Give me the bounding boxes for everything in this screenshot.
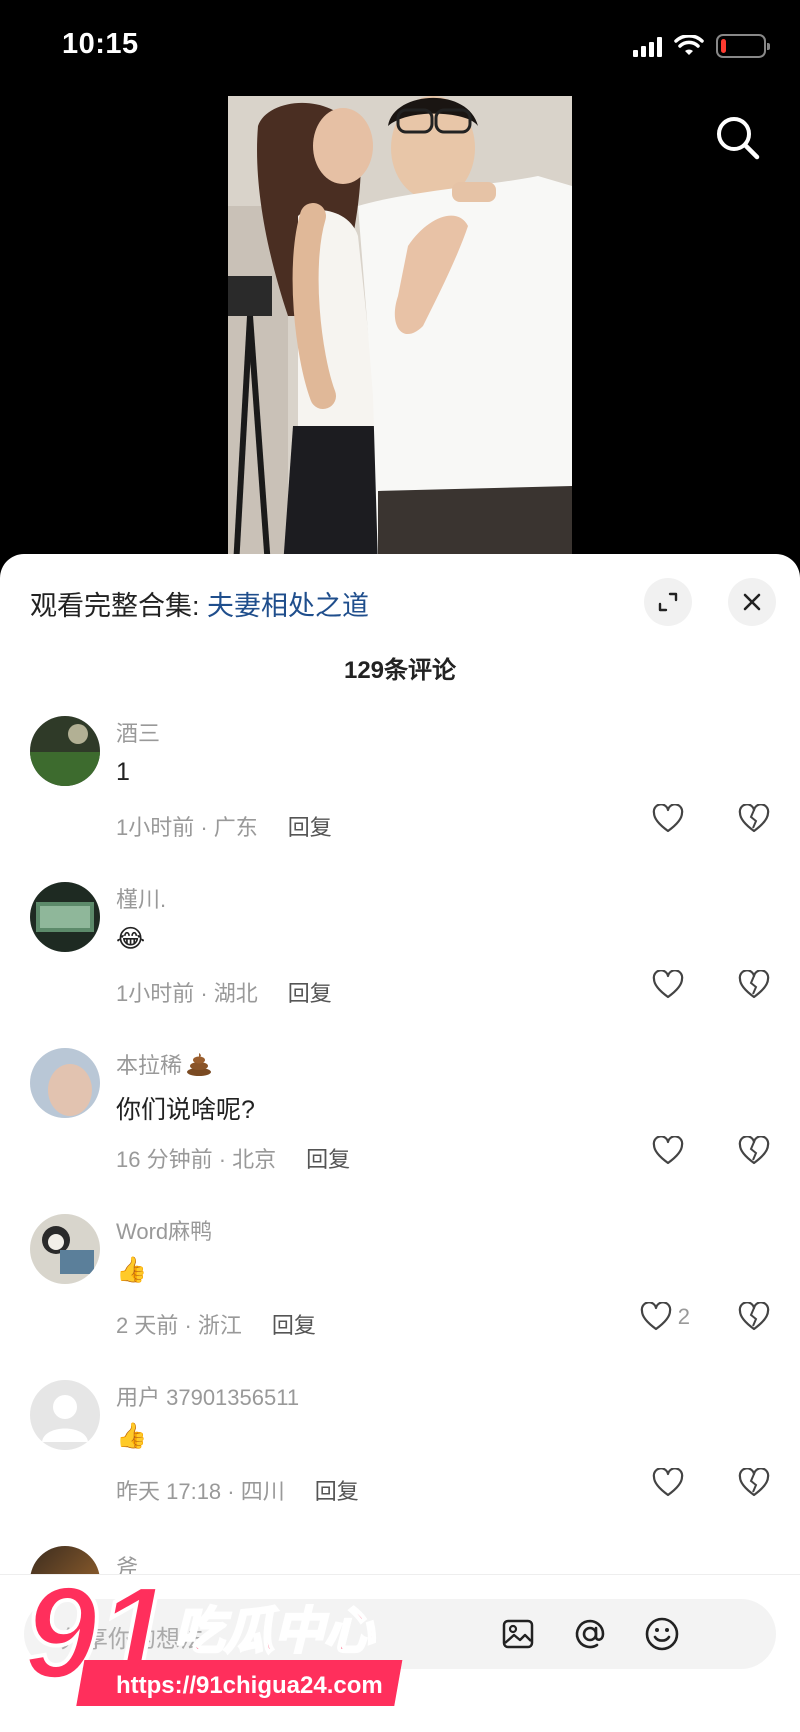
avatar[interactable] bbox=[30, 1048, 100, 1118]
status-time: 10:15 bbox=[62, 28, 139, 60]
reply-button[interactable]: 回复 bbox=[288, 981, 332, 1006]
emoji-icon bbox=[645, 1617, 679, 1651]
collection-link[interactable]: 夫妻相处之道 bbox=[207, 591, 369, 621]
reply-button[interactable]: 回复 bbox=[288, 815, 332, 840]
comment-time: 2 天前 · 浙江 bbox=[116, 1313, 242, 1338]
status-bar: 10:15 bbox=[0, 0, 800, 96]
search-icon bbox=[717, 117, 760, 160]
broken-heart-icon bbox=[738, 1301, 770, 1331]
reply-button[interactable]: 回复 bbox=[306, 1147, 350, 1172]
signal-icon bbox=[633, 35, 662, 57]
broken-heart-icon bbox=[738, 803, 770, 833]
broken-heart-icon bbox=[738, 969, 770, 999]
comment-meta: 2 天前 · 浙江 回复 bbox=[116, 1308, 316, 1340]
broken-heart-icon bbox=[738, 1135, 770, 1165]
image-icon bbox=[502, 1619, 534, 1649]
comment-username[interactable]: 槿川. bbox=[116, 882, 166, 914]
battery-level bbox=[721, 39, 726, 53]
avatar[interactable] bbox=[30, 882, 100, 952]
like-button[interactable] bbox=[652, 1468, 690, 1498]
heart-icon bbox=[640, 1302, 671, 1331]
reply-button[interactable]: 回复 bbox=[315, 1479, 359, 1504]
comment-meta: 昨天 17:18 · 四川 回复 bbox=[116, 1474, 359, 1506]
comment-username[interactable]: 本拉稀 bbox=[116, 1048, 212, 1080]
comment-meta: 1小时前 · 湖北 回复 bbox=[116, 976, 332, 1008]
reply-button[interactable]: 回复 bbox=[272, 1313, 316, 1338]
collection-banner[interactable]: 观看完整合集: 夫妻相处之道 bbox=[30, 584, 369, 623]
mention-button[interactable] bbox=[566, 1610, 614, 1658]
collection-prefix: 观看完整合集: bbox=[30, 591, 208, 621]
like-button[interactable] bbox=[652, 1136, 690, 1166]
wifi-icon bbox=[674, 35, 704, 55]
avatar[interactable] bbox=[30, 1214, 100, 1284]
comment-username[interactable]: 用户 37901356511 bbox=[116, 1380, 299, 1412]
comment-text: 👍 bbox=[116, 1256, 148, 1284]
comment-meta: 1小时前 · 广东 回复 bbox=[116, 810, 332, 842]
username-text: 本拉稀 bbox=[116, 1053, 183, 1078]
comment-item: 酒三 1 1小时前 · 广东 回复 bbox=[0, 716, 800, 882]
dislike-button[interactable] bbox=[738, 969, 770, 1005]
comment-time: 昨天 17:18 · 四川 bbox=[116, 1479, 285, 1504]
video-thumbnail[interactable] bbox=[228, 96, 572, 566]
comment-time: 16 分钟前 · 北京 bbox=[116, 1147, 277, 1172]
comment-text: 1 bbox=[116, 758, 130, 786]
watermark-logo: 91 吃瓜中心 https://91chigua24.com bbox=[22, 1557, 424, 1720]
comment-text: 👍 bbox=[116, 1422, 148, 1450]
heart-icon bbox=[652, 1136, 684, 1165]
search-button[interactable] bbox=[710, 110, 766, 166]
comment-item: Word麻鸭 👍 2 天前 · 浙江 回复 2 bbox=[0, 1214, 800, 1380]
avatar[interactable] bbox=[30, 1380, 100, 1450]
svg-text:https://91chigua24.com: https://91chigua24.com bbox=[116, 1672, 383, 1699]
heart-icon bbox=[652, 970, 684, 999]
comment-count: 129条评论 bbox=[343, 657, 457, 684]
screen: 10:15 观看完整合集: 夫妻相处之道 129条评论 酒三 1 1小时前 · … bbox=[0, 0, 800, 1732]
dislike-button[interactable] bbox=[738, 1301, 770, 1337]
comment-text: 你们说啥呢? bbox=[116, 1096, 255, 1124]
dislike-button[interactable] bbox=[738, 1135, 770, 1171]
video-area[interactable] bbox=[0, 96, 800, 566]
battery-icon bbox=[716, 34, 770, 58]
like-button[interactable]: 2 bbox=[640, 1302, 690, 1332]
comment-text: 😂 bbox=[116, 925, 146, 953]
comment-item: 槿川. 😂 1小时前 · 湖北 回复 bbox=[0, 882, 800, 1048]
heart-icon bbox=[652, 1468, 684, 1497]
like-button[interactable] bbox=[652, 970, 690, 1000]
comment-username[interactable]: 酒三 bbox=[116, 716, 160, 748]
expand-icon bbox=[658, 592, 678, 612]
comment-item: 用户 37901356511 👍 昨天 17:18 · 四川 回复 bbox=[0, 1380, 800, 1546]
close-button[interactable] bbox=[728, 578, 776, 626]
heart-icon bbox=[652, 804, 684, 833]
avatar[interactable] bbox=[30, 716, 100, 786]
expand-button[interactable] bbox=[644, 578, 692, 626]
status-icons bbox=[633, 34, 770, 58]
svg-text:吃瓜中心: 吃瓜中心 bbox=[174, 1602, 376, 1660]
like-button[interactable] bbox=[652, 804, 690, 834]
broken-heart-icon bbox=[738, 1467, 770, 1497]
image-button[interactable] bbox=[494, 1610, 542, 1658]
comment-time: 1小时前 · 湖北 bbox=[116, 981, 258, 1006]
video-picture bbox=[228, 96, 572, 566]
comment-item: 本拉稀 你们说啥呢? 16 分钟前 · 北京 回复 bbox=[0, 1048, 800, 1214]
like-count: 2 bbox=[677, 1304, 690, 1329]
emoji-button[interactable] bbox=[638, 1610, 686, 1658]
comment-username[interactable]: Word麻鸭 bbox=[116, 1214, 212, 1246]
comment-meta: 16 分钟前 · 北京 回复 bbox=[116, 1142, 350, 1174]
dislike-button[interactable] bbox=[738, 1467, 770, 1503]
dislike-button[interactable] bbox=[738, 803, 770, 839]
close-icon bbox=[743, 593, 761, 611]
poop-emoji-icon bbox=[187, 1053, 212, 1076]
at-icon bbox=[575, 1619, 605, 1649]
comment-sheet: 观看完整合集: 夫妻相处之道 129条评论 酒三 1 1小时前 · 广东回复 bbox=[0, 554, 800, 1732]
comment-time: 1小时前 · 广东 bbox=[116, 815, 258, 840]
